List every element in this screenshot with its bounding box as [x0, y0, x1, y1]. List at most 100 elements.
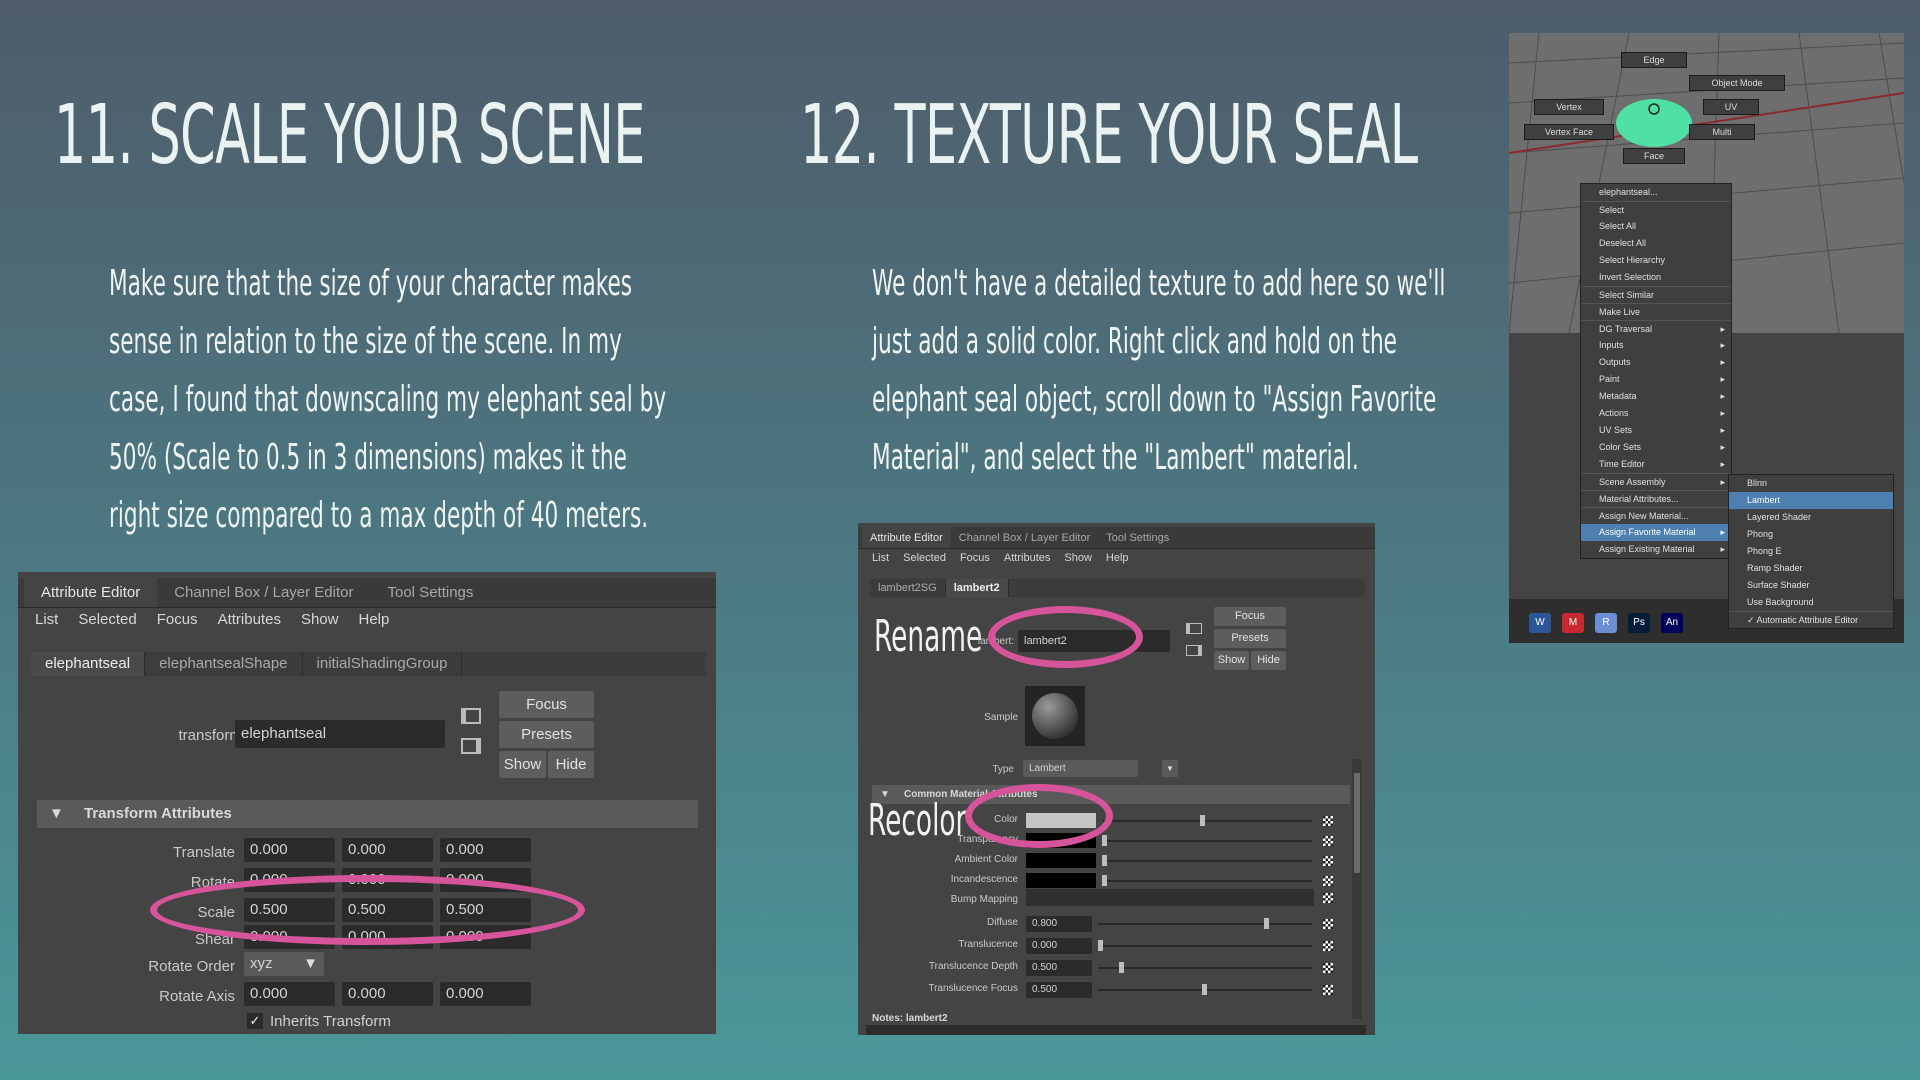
scrollbar[interactable] [1352, 759, 1362, 1019]
slider-knob[interactable] [1098, 940, 1103, 951]
slider-track[interactable] [1098, 967, 1312, 969]
map-button-icon[interactable] [1323, 856, 1333, 866]
show-button[interactable]: Show [1214, 651, 1249, 670]
bump-mapping-field[interactable] [1026, 889, 1314, 906]
menu-focus[interactable]: Focus [157, 608, 198, 632]
slider-track[interactable] [1102, 860, 1312, 862]
tab-channel-box[interactable]: Channel Box / Layer Editor [951, 527, 1098, 548]
color-swatch[interactable] [1026, 873, 1096, 888]
context-menu-item[interactable]: Time Editor ▸ [1581, 456, 1731, 473]
presets-button[interactable]: Presets [1214, 629, 1286, 648]
mm-vertex-face[interactable]: Vertex Face [1524, 124, 1614, 140]
rotate-axis-x[interactable]: 0.000 [244, 982, 335, 1006]
menu-list[interactable]: List [35, 608, 58, 632]
slider-knob[interactable] [1200, 815, 1206, 826]
slider-knob[interactable] [1102, 875, 1107, 886]
material-option[interactable]: Ramp Shader [1729, 560, 1893, 577]
material-option[interactable]: Blinn [1729, 475, 1893, 492]
tab-attribute-editor[interactable]: Attribute Editor [862, 527, 951, 548]
context-menu-item[interactable]: Select Similar [1581, 286, 1731, 303]
rotate-axis-z[interactable]: 0.000 [440, 982, 531, 1006]
node-tab-initialshadinggroup[interactable]: initialShadingGroup [303, 652, 463, 676]
rotate-axis-y[interactable]: 0.000 [342, 982, 433, 1006]
map-button-icon[interactable] [1323, 893, 1333, 903]
taskbar-app-icon[interactable]: W [1529, 613, 1551, 633]
automatic-attribute-editor-toggle[interactable]: ✓ Automatic Attribute Editor [1729, 611, 1893, 628]
context-menu-item[interactable]: Color Sets ▸ [1581, 439, 1731, 456]
hide-button[interactable]: Hide [548, 751, 594, 778]
material-option[interactable]: Lambert [1729, 492, 1893, 509]
context-menu-item[interactable]: Metadata ▸ [1581, 388, 1731, 405]
context-menu-item[interactable]: Paint ▸ [1581, 371, 1731, 388]
slider-knob[interactable] [1263, 918, 1269, 929]
taskbar-app-icon[interactable]: R [1595, 613, 1617, 633]
context-menu-item[interactable]: Select All [1581, 218, 1731, 235]
material-option[interactable]: Use Background [1729, 594, 1893, 611]
context-menu-item[interactable]: Outputs ▸ [1581, 354, 1731, 371]
color-swatch[interactable] [1026, 853, 1096, 868]
slider-track[interactable] [1102, 820, 1312, 822]
seal-model[interactable] [1616, 99, 1692, 147]
mm-vertex[interactable]: Vertex [1534, 99, 1604, 115]
inherits-checkbox[interactable]: ✓ [247, 1013, 263, 1029]
dropdown-arrow-icon[interactable]: ▼ [1162, 760, 1178, 777]
menu-help[interactable]: Help [1106, 549, 1129, 567]
mm-face[interactable]: Face [1623, 148, 1685, 164]
tab-tool-settings[interactable]: Tool Settings [1098, 527, 1177, 548]
value-field[interactable]: 0.800 [1026, 916, 1092, 932]
context-menu-item[interactable]: Material Attributes... [1581, 490, 1731, 507]
context-menu-item[interactable]: Select Hierarchy [1581, 252, 1731, 269]
mm-object-mode[interactable]: Object Mode [1689, 75, 1785, 91]
context-menu-item[interactable]: elephantseal... [1581, 184, 1731, 201]
focus-button[interactable]: Focus [499, 691, 594, 718]
slider-knob[interactable] [1102, 855, 1107, 866]
map-button-icon[interactable] [1323, 836, 1333, 846]
value-field[interactable]: 0.500 [1026, 982, 1092, 998]
menu-list[interactable]: List [872, 549, 889, 567]
transform-name-field[interactable]: elephantseal [235, 720, 445, 748]
menu-show[interactable]: Show [301, 608, 339, 632]
attribute-value-field[interactable]: 0.000 [342, 838, 433, 862]
context-menu-item[interactable]: Make Live [1581, 303, 1731, 320]
map-button-icon[interactable] [1323, 985, 1333, 995]
menu-show[interactable]: Show [1064, 549, 1092, 567]
load-attributes-icon[interactable] [461, 708, 481, 724]
map-button-icon[interactable] [1323, 963, 1333, 973]
presets-button[interactable]: Presets [499, 721, 594, 748]
node-tab-lambert2sg[interactable]: lambert2SG [870, 579, 946, 597]
map-button-icon[interactable] [1323, 876, 1333, 886]
taskbar-app-icon[interactable]: An [1661, 613, 1683, 633]
context-menu-item[interactable]: Assign New Material... [1581, 507, 1731, 524]
type-select[interactable]: Lambert [1023, 760, 1138, 777]
context-menu-item[interactable]: Invert Selection [1581, 269, 1731, 286]
slider-knob[interactable] [1102, 835, 1107, 846]
menu-attributes[interactable]: Attributes [218, 608, 281, 632]
material-option[interactable]: Phong [1729, 526, 1893, 543]
context-menu-item[interactable]: Actions ▸ [1581, 405, 1731, 422]
notes-field[interactable] [866, 1025, 1366, 1035]
scrollbar-thumb[interactable] [1354, 773, 1360, 873]
copy-tab-icon[interactable] [1186, 645, 1202, 656]
load-attributes-icon[interactable] [1186, 623, 1202, 634]
value-field[interactable]: 0.000 [1026, 938, 1092, 954]
node-tab-elephantsealshape[interactable]: elephantsealShape [145, 652, 303, 676]
slider-track[interactable] [1098, 945, 1312, 947]
menu-attributes[interactable]: Attributes [1004, 549, 1050, 567]
context-menu-item[interactable]: UV Sets ▸ [1581, 422, 1731, 439]
attribute-value-field[interactable]: 0.000 [244, 838, 335, 862]
slider-knob[interactable] [1118, 962, 1124, 973]
slider-track[interactable] [1102, 880, 1312, 882]
taskbar-app-icon[interactable]: M [1562, 613, 1584, 633]
material-option[interactable]: Surface Shader [1729, 577, 1893, 594]
mm-uv[interactable]: UV [1703, 99, 1759, 115]
copy-tab-icon[interactable] [461, 738, 481, 754]
mm-edge[interactable]: Edge [1621, 52, 1687, 68]
slider-track[interactable] [1102, 840, 1312, 842]
context-menu-item[interactable]: Assign Existing Material ▸ [1581, 541, 1731, 558]
menu-focus[interactable]: Focus [960, 549, 990, 567]
menu-help[interactable]: Help [358, 608, 389, 632]
node-tab-elephantseal[interactable]: elephantseal [31, 652, 146, 676]
menu-selected[interactable]: Selected [78, 608, 136, 632]
context-menu-item[interactable]: Scene Assembly ▸ [1581, 473, 1731, 490]
value-field[interactable]: 0.500 [1026, 960, 1092, 976]
